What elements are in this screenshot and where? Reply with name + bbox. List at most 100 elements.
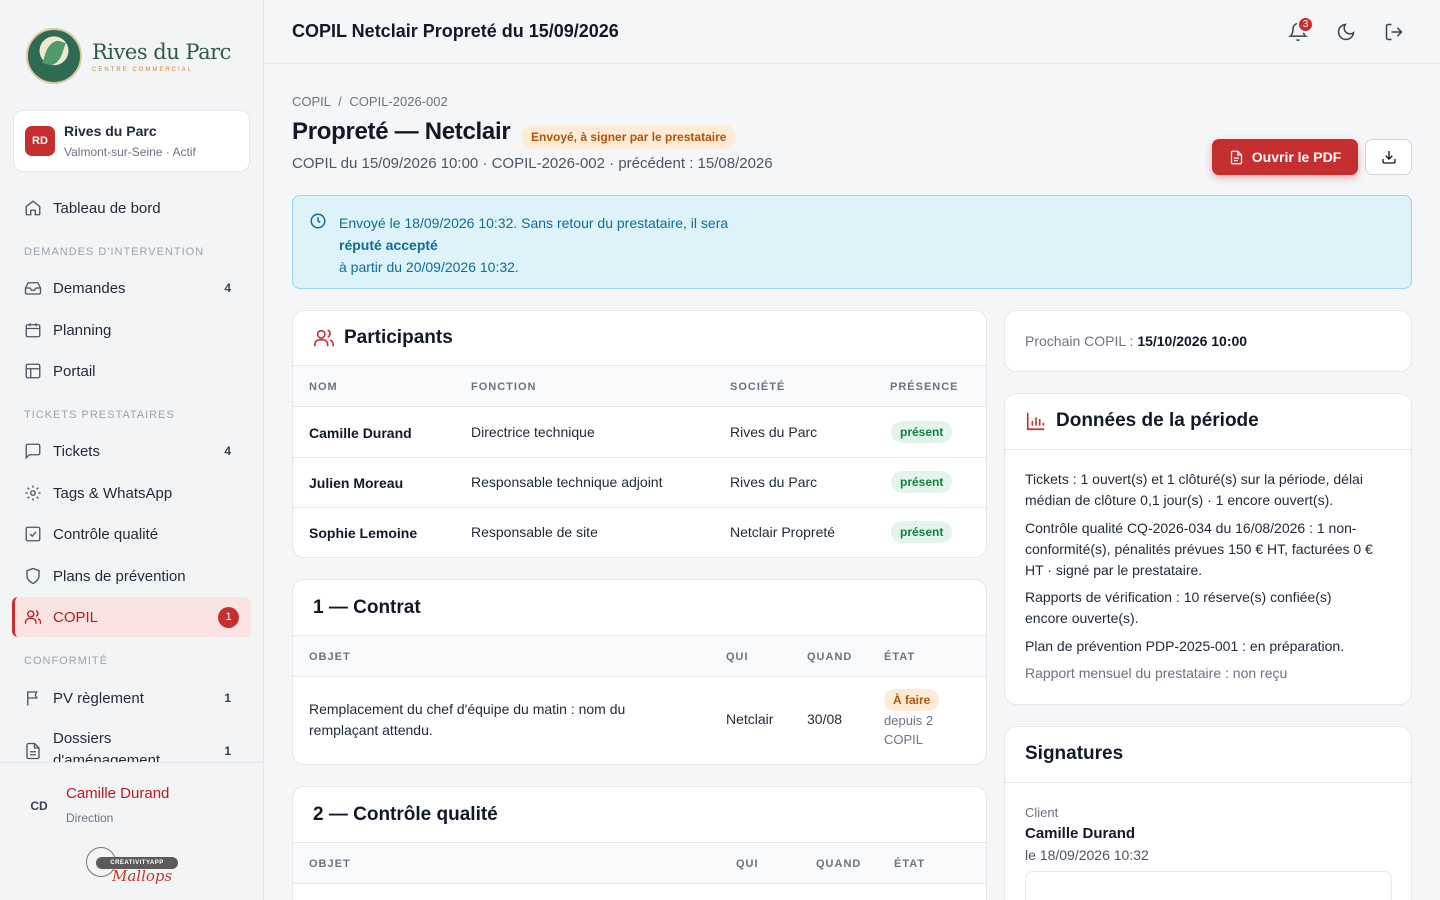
- nav-copil[interactable]: COPIL 1: [12, 597, 251, 637]
- user-role: Direction: [66, 811, 114, 825]
- gear-icon: [25, 485, 41, 501]
- logout-icon[interactable]: [1384, 22, 1404, 42]
- periode-line: médian de clôture 0,1 jour(s) · 1 encore…: [1025, 492, 1334, 508]
- nav-copil-label: COPIL: [53, 608, 99, 626]
- message-icon: [25, 443, 41, 460]
- nav-qualite-label: Contrôle qualité: [53, 525, 159, 543]
- user-name[interactable]: Camille Durand: [66, 785, 169, 802]
- sidebar: Rives du Parc CENTRE COMMERCIAL RD Rives…: [0, 0, 264, 900]
- contrat-title: 1 — Contrat: [313, 597, 421, 618]
- qualite-card: 2 — Contrôle qualité OBJET QUI QUAND ÉTA…: [292, 786, 987, 900]
- breadcrumb: COPIL / COPIL-2026-002: [292, 94, 448, 109]
- page-subtitle: COPIL du 15/09/2026 10:00 · COPIL-2026-0…: [292, 155, 773, 172]
- page-title: Propreté — Netclair: [292, 118, 511, 145]
- nav-tickets[interactable]: Tickets 4: [12, 431, 251, 471]
- nav-copil-badge: 1: [218, 606, 239, 628]
- nav-demandes[interactable]: Demandes 4: [12, 268, 251, 308]
- periode-rapport-mensuel: Rapport mensuel du prestataire : non reç…: [1025, 665, 1288, 681]
- site-switcher[interactable]: RD Rives du Parc Valmont-sur-Seine · Act…: [13, 110, 250, 172]
- clock-icon: [310, 213, 326, 229]
- nav-portail-label: Portail: [53, 362, 96, 380]
- participant-role: Responsable de site: [471, 524, 598, 540]
- column-header: QUAND: [807, 651, 853, 663]
- page-header-title: COPIL Netclair Propreté du 15/09/2026: [292, 21, 619, 41]
- periode-line: Rapports de vérification : 10 réserve(s)…: [1025, 589, 1332, 605]
- user-avatar[interactable]: CD: [22, 789, 56, 823]
- state-note: COPIL: [884, 732, 924, 747]
- nav-pv-label: PV règlement: [53, 689, 144, 707]
- nav-tickets-count: 4: [224, 444, 231, 458]
- bar-chart-icon: [1026, 412, 1045, 431]
- item-object-line: Remplacement du chef d'équipe du matin :…: [309, 701, 626, 717]
- periode-tickets: Tickets : 1 ouvert(s) et 1 clôturé(s) su…: [1025, 469, 1363, 511]
- participant-role: Directrice technique: [471, 424, 595, 440]
- contrat-card: 1 — Contrat OBJET QUI QUAND ÉTAT Remplac…: [292, 579, 987, 765]
- nav-dossiers[interactable]: Dossiers d'aménagement 1: [12, 728, 251, 762]
- nav-portail[interactable]: Portail: [12, 351, 251, 391]
- periode-line: Contrôle qualité CQ-2026-034 du 16/08/20…: [1025, 520, 1357, 536]
- nav-dossiers-count: 1: [224, 744, 231, 758]
- column-header: QUAND: [816, 858, 862, 870]
- moon-icon[interactable]: [1336, 22, 1356, 42]
- participant-name: Camille Durand: [309, 425, 412, 441]
- presence-badge: présent: [891, 521, 953, 543]
- notification-badge: 3: [1297, 16, 1314, 33]
- table-row: Sophie Lemoine Responsable de site Netcl…: [293, 508, 986, 557]
- open-pdf-button[interactable]: Ouvrir le PDF: [1212, 139, 1358, 175]
- inbox-icon: [24, 282, 42, 295]
- nav-demandes-label: Demandes: [53, 279, 126, 297]
- table-row: Camille Durand Directrice technique Rive…: [293, 408, 986, 458]
- participant-company: Netclair Propreté: [730, 524, 836, 540]
- alert-line-1: Envoyé le 18/09/2026 10:32. Sans retour …: [339, 215, 729, 231]
- nav-dashboard[interactable]: Tableau de bord: [12, 188, 251, 228]
- table-row: Julien Moreau Responsable technique adjo…: [293, 458, 986, 508]
- signature-image-box: [1025, 871, 1392, 900]
- participants-header: NOM FONCTION SOCIÉTÉ PRÉSENCE: [293, 365, 986, 407]
- item-state: À faire depuis 2 COPIL: [884, 689, 940, 749]
- nav-section-demandes: DEMANDES D'INTERVENTION: [24, 246, 205, 258]
- item-who: Netclair: [726, 711, 774, 727]
- column-header: OBJET: [309, 858, 351, 870]
- column-header: ÉTAT: [894, 858, 926, 870]
- item-when: 30/08: [807, 711, 843, 727]
- breadcrumb-current: COPIL-2026-002: [349, 94, 448, 109]
- signatures-title: Signatures: [1025, 743, 1124, 764]
- column-header: NOM: [309, 381, 338, 393]
- signature-client-date: le 18/09/2026 10:32: [1025, 847, 1149, 863]
- nav-pv[interactable]: PV règlement 1: [12, 678, 251, 718]
- status-badge: Envoyé, à signer par le prestataire: [521, 125, 737, 149]
- brand-script: Mallops: [112, 867, 173, 885]
- nav-planning[interactable]: Planning: [12, 310, 251, 350]
- periode-line: Tickets : 1 ouvert(s) et 1 clôturé(s) su…: [1025, 471, 1363, 487]
- nav-qualite[interactable]: Contrôle qualité: [12, 514, 251, 554]
- nav-prevention[interactable]: Plans de prévention: [12, 556, 251, 596]
- nav-demandes-count: 4: [224, 281, 231, 295]
- participant-name: Julien Moreau: [309, 475, 404, 491]
- item-object: Remplacement du chef d'équipe du matin :…: [309, 699, 625, 741]
- participant-company: Rives du Parc: [730, 424, 818, 440]
- alert-line-2: à partir du 20/09/2026 10:32.: [339, 259, 519, 275]
- periode-qualite: Contrôle qualité CQ-2026-034 du 16/08/20…: [1025, 518, 1373, 581]
- column-header: FONCTION: [471, 381, 537, 393]
- nav-tags[interactable]: Tags & WhatsApp: [12, 473, 251, 513]
- next-copil-date: 15/10/2026 10:00: [1137, 333, 1248, 349]
- participants-card: Participants NOM FONCTION SOCIÉTÉ PRÉSEN…: [292, 310, 987, 558]
- nav-planning-label: Planning: [53, 321, 112, 339]
- presence-badge: présent: [891, 421, 953, 443]
- open-pdf-label: Ouvrir le PDF: [1251, 149, 1342, 165]
- file-icon: [1230, 150, 1242, 164]
- site-avatar: RD: [25, 126, 55, 156]
- periode-prevention: Plan de prévention PDP-2025-001 : en pré…: [1025, 638, 1345, 654]
- signatures-card: Signatures Client Camille Durand le 18/0…: [1004, 726, 1412, 900]
- breadcrumb-root[interactable]: COPIL: [292, 94, 331, 109]
- qualite-title: 2 — Contrôle qualité: [313, 804, 498, 825]
- participant-company: Rives du Parc: [730, 474, 818, 490]
- top-bar: COPIL Netclair Propreté du 15/09/2026 3: [264, 0, 1440, 64]
- user-panel: CD Camille Durand Direction CREATIVITYAP…: [0, 762, 263, 900]
- column-header: QUI: [736, 858, 759, 870]
- column-header: SOCIÉTÉ: [730, 381, 786, 393]
- brand-logo[interactable]: Rives du Parc CENTRE COMMERCIAL: [26, 28, 231, 84]
- download-button[interactable]: [1365, 139, 1412, 175]
- signature-client-label: Client: [1025, 805, 1059, 820]
- participant-role: Responsable technique adjoint: [471, 474, 663, 490]
